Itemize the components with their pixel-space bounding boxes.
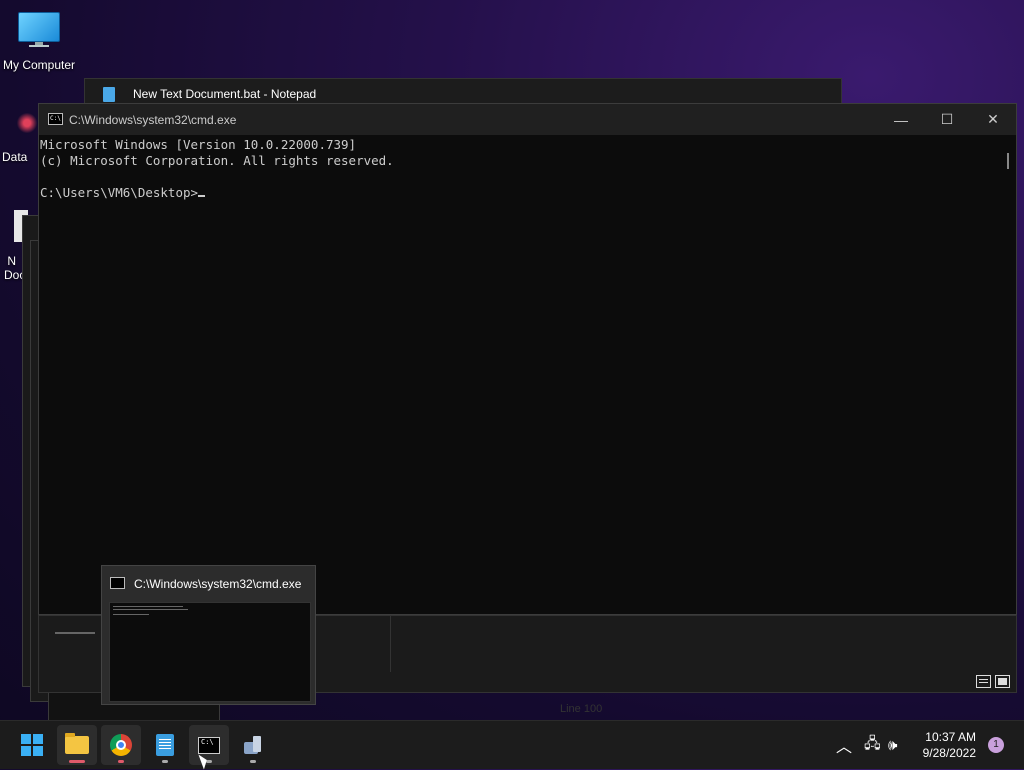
cmd-title-bar[interactable]: C:\ C:\Windows\system32\cmd.exe — ☐ ✕	[39, 104, 1016, 135]
view-toggle	[976, 675, 1010, 688]
system-tray: ︿	[836, 721, 852, 769]
scrollbar-thumb[interactable]	[1007, 153, 1009, 169]
chevron-up-icon[interactable]: ︿	[836, 733, 852, 757]
text-cursor	[198, 195, 206, 197]
cmd-icon	[110, 577, 125, 589]
running-indicator	[118, 760, 124, 763]
taskbar-tool[interactable]	[233, 725, 273, 765]
desktop-icon-label: My Computer	[2, 58, 76, 72]
clock-time: 10:37 AM	[925, 730, 976, 744]
minimize-icon: —	[894, 111, 908, 128]
clock[interactable]: 10:37 AM 9/28/2022	[923, 729, 976, 761]
notification-badge[interactable]: 1	[988, 737, 1004, 753]
close-icon: ✕	[987, 111, 999, 127]
cmd-icon: C:\	[48, 113, 63, 125]
clock-date: 9/28/2022	[922, 746, 976, 760]
chrome-icon	[110, 734, 132, 756]
tool-icon	[242, 734, 264, 756]
taskbar: C:\ ︿ 🖧 🕪 10:37 AM 9/28/2022 1	[0, 720, 1024, 769]
running-indicator	[250, 760, 256, 763]
preview-view-icon[interactable]	[995, 675, 1010, 688]
close-button[interactable]: ✕	[970, 104, 1016, 135]
scroll-indicator	[55, 632, 95, 634]
details-view-icon[interactable]	[976, 675, 991, 688]
taskbar-thumbnail-preview[interactable]: C:\Windows\system32\cmd.exe	[101, 565, 316, 705]
minimize-button[interactable]: —	[878, 104, 924, 135]
terminal-output[interactable]: Microsoft Windows [Version 10.0.22000.73…	[39, 135, 1004, 614]
volume-icon[interactable]: 🕪	[888, 721, 897, 769]
taskbar-notepad[interactable]	[145, 725, 185, 765]
terminal-prompt-line: C:\Users\VM6\Desktop>	[40, 185, 1004, 201]
scrollbar[interactable]	[1004, 135, 1016, 614]
thumbnail-title: C:\Windows\system32\cmd.exe	[134, 577, 302, 591]
terminal-line: (c) Microsoft Corporation. All rights re…	[40, 153, 394, 168]
background-status-text: Line 100	[560, 703, 603, 715]
divider	[390, 616, 391, 672]
start-button[interactable]	[12, 725, 52, 765]
terminal-prompt: C:\Users\VM6\Desktop>	[40, 185, 199, 200]
app-icon	[16, 110, 38, 136]
cmd-window[interactable]: C:\ C:\Windows\system32\cmd.exe — ☐ ✕ Mi…	[38, 103, 1017, 615]
desktop-icon-dataw[interactable]: Data	[2, 110, 40, 164]
terminal-line: Microsoft Windows [Version 10.0.22000.73…	[40, 137, 357, 152]
monitor-icon	[18, 12, 60, 47]
running-indicator	[69, 760, 85, 763]
taskbar-file-explorer[interactable]	[57, 725, 97, 765]
cmd-icon: C:\	[198, 736, 220, 754]
desktop-icon-label: Data	[2, 150, 28, 164]
folder-icon	[65, 733, 89, 754]
maximize-icon: ☐	[940, 111, 954, 127]
notepad-icon	[103, 87, 115, 102]
running-indicator	[162, 760, 168, 763]
maximize-button[interactable]: ☐	[924, 104, 970, 135]
taskbar-chrome[interactable]	[101, 725, 141, 765]
taskbar-cmd[interactable]: C:\	[189, 725, 229, 765]
network-icon[interactable]: 🖧	[864, 721, 881, 769]
notepad-title: New Text Document.bat - Notepad	[133, 87, 317, 101]
notepad-icon	[156, 734, 174, 756]
windows-logo-icon	[21, 734, 43, 756]
thumbnail-image	[109, 602, 311, 702]
cmd-title: C:\Windows\system32\cmd.exe	[69, 113, 237, 127]
desktop-icon-my-computer[interactable]: My Computer	[0, 12, 78, 72]
